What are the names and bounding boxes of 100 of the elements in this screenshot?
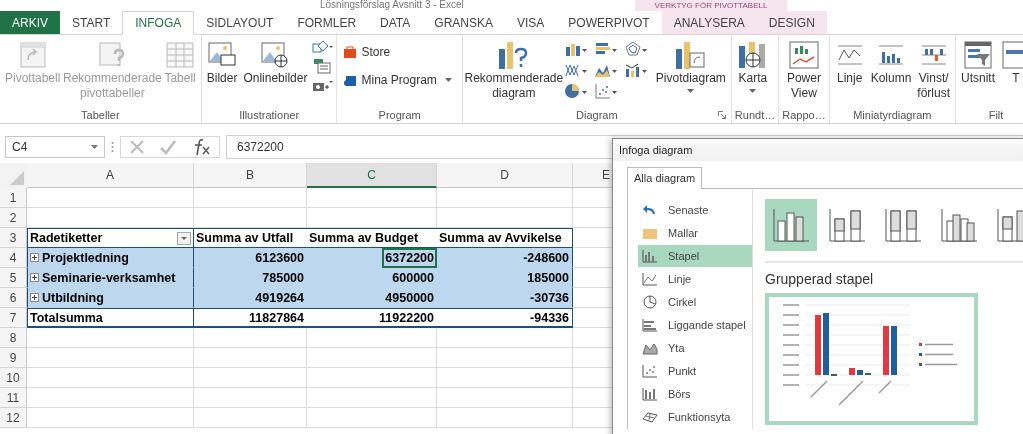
checkmark-icon[interactable] xyxy=(159,139,177,155)
sheet-cell[interactable] xyxy=(307,368,437,388)
ribbon-button[interactable]: Karta xyxy=(734,39,771,96)
row-header[interactable]: 9 xyxy=(0,348,27,368)
expand-icon[interactable] xyxy=(30,273,39,282)
filter-dropdown-icon[interactable] xyxy=(177,231,191,245)
ribbon-button[interactable]: Store xyxy=(340,39,394,65)
chart-subtype-button[interactable] xyxy=(765,199,817,251)
row-header[interactable]: 5 xyxy=(0,268,27,288)
sheet-cell[interactable] xyxy=(27,408,194,428)
insert-button[interactable] xyxy=(311,58,334,74)
sheet-cell[interactable] xyxy=(437,388,573,408)
chart-category-item[interactable]: Mallar xyxy=(638,222,752,244)
ribbon-button[interactable]: Kolumn xyxy=(868,39,914,86)
sheet-cell[interactable] xyxy=(27,328,194,348)
stacked-column-icon xyxy=(827,207,867,243)
sheet-cell[interactable] xyxy=(307,188,437,208)
row-header[interactable]: 10 xyxy=(0,368,27,388)
sheet-cell[interactable] xyxy=(307,208,437,228)
bar-chart-pivot-icon xyxy=(673,39,708,71)
select-all-corner-icon[interactable] xyxy=(0,163,27,188)
sheet-cell[interactable] xyxy=(437,408,573,428)
column-header[interactable]: A xyxy=(27,163,194,188)
ribbon-tab[interactable]: DESIGN xyxy=(756,11,827,34)
column-header[interactable]: C xyxy=(307,163,437,188)
chart-category-item[interactable]: Yta xyxy=(638,337,752,359)
ribbon-button[interactable]: Linje xyxy=(832,39,867,86)
row-header[interactable]: 6 xyxy=(0,288,27,308)
ribbon-button[interactable]: Mina Program xyxy=(340,67,459,93)
chart-category-item[interactable]: Liggande stapel xyxy=(638,314,752,336)
row-header[interactable]: 12 xyxy=(0,408,27,428)
ribbon-button[interactable]: Onlinebilder xyxy=(241,39,310,86)
sheet-cell[interactable] xyxy=(194,368,307,388)
row-header[interactable]: 3 xyxy=(0,228,27,248)
column-chart-icon xyxy=(642,249,658,263)
sheet-cell[interactable] xyxy=(27,188,194,208)
chart-category-item[interactable]: Stapel xyxy=(638,245,752,267)
ribbon-tab[interactable]: ANALYSERA xyxy=(661,11,757,34)
ribbon-button[interactable]: T xyxy=(999,39,1023,86)
expand-icon[interactable] xyxy=(30,293,39,302)
sheet-cell[interactable] xyxy=(307,408,437,428)
sheet-cell[interactable] xyxy=(307,348,437,368)
ribbon-button[interactable]: Utsnitt xyxy=(959,39,997,86)
row-header[interactable]: 7 xyxy=(0,308,27,328)
sheet-cell[interactable] xyxy=(437,348,573,368)
group-label: Miniatyrdiagram xyxy=(853,109,932,121)
ribbon-tab[interactable]: FORMLER xyxy=(285,11,369,34)
column-header[interactable]: B xyxy=(194,163,307,188)
ribbon-button[interactable]: Bilder xyxy=(204,39,240,86)
ribbon-tab[interactable]: INFOGA xyxy=(122,11,195,35)
folder-icon xyxy=(642,226,658,240)
ribbon-tab[interactable]: DATA xyxy=(368,11,423,34)
sheet-cell[interactable] xyxy=(307,328,437,348)
table-cell: Seminarie-verksamhet xyxy=(42,270,176,285)
ribbon-tab[interactable]: START xyxy=(60,11,123,34)
chart-category-item[interactable]: Linje xyxy=(638,268,752,290)
ribbon-button[interactable]: Rekommenderade diagram xyxy=(465,39,562,101)
sheet-cell[interactable] xyxy=(437,328,573,348)
sheet-cell[interactable] xyxy=(27,208,194,228)
row-header[interactable]: 11 xyxy=(0,388,27,408)
dialog-launcher-icon[interactable] xyxy=(717,111,726,119)
ribbon-tab[interactable]: GRANSKA xyxy=(422,11,505,34)
ribbon-button[interactable]: Vinst/ förlust xyxy=(915,39,952,101)
sheet-cell[interactable] xyxy=(27,348,194,368)
bar-chart-icon xyxy=(642,318,658,332)
chart-category-item[interactable]: Punkt xyxy=(638,360,752,382)
ribbon-tab[interactable]: VISA xyxy=(505,11,557,34)
column-header[interactable]: D xyxy=(437,163,573,188)
sheet-cell[interactable] xyxy=(194,188,307,208)
chart-category-item[interactable]: Senaste xyxy=(638,199,752,221)
sheet-cell[interactable] xyxy=(27,368,194,388)
ribbon-button[interactable]: Pivotdiagram xyxy=(653,39,728,96)
chart-category-item[interactable]: Cirkel xyxy=(638,291,752,313)
dialog-tab[interactable]: Alla diagram xyxy=(627,167,703,189)
expand-icon[interactable] xyxy=(30,253,39,262)
report-chart-icon xyxy=(787,40,820,70)
chart-category-item[interactable]: Funktionsyta xyxy=(638,406,752,428)
sheet-cell[interactable] xyxy=(194,328,307,348)
sheet-cell[interactable] xyxy=(437,188,573,208)
insert-button[interactable] xyxy=(311,39,334,55)
sheet-cell[interactable] xyxy=(194,208,307,228)
row-header[interactable]: 2 xyxy=(0,208,27,228)
sheet-cell[interactable] xyxy=(194,388,307,408)
chart-category-item[interactable]: Börs xyxy=(638,383,752,405)
row-header[interactable]: 8 xyxy=(0,328,27,348)
cancel-icon[interactable] xyxy=(129,139,145,155)
chart-subtype-title: Grupperad stapel xyxy=(765,271,875,287)
name-box[interactable]: C4 xyxy=(5,136,105,158)
ribbon-button[interactable]: Power View xyxy=(782,39,826,101)
row-header[interactable]: 1 xyxy=(0,188,27,208)
sheet-cell[interactable] xyxy=(194,408,307,428)
sheet-cell[interactable] xyxy=(307,388,437,408)
ribbon-tab[interactable]: ARKIV xyxy=(0,11,60,34)
sheet-cell[interactable] xyxy=(437,368,573,388)
ribbon-tab[interactable]: POWERPIVOT xyxy=(556,11,662,34)
row-header[interactable]: 4 xyxy=(0,248,27,268)
sheet-cell[interactable] xyxy=(194,348,307,368)
ribbon-tab[interactable]: SIDLAYOUT xyxy=(194,11,286,34)
sheet-cell[interactable] xyxy=(437,208,573,228)
sheet-cell[interactable] xyxy=(27,388,194,408)
